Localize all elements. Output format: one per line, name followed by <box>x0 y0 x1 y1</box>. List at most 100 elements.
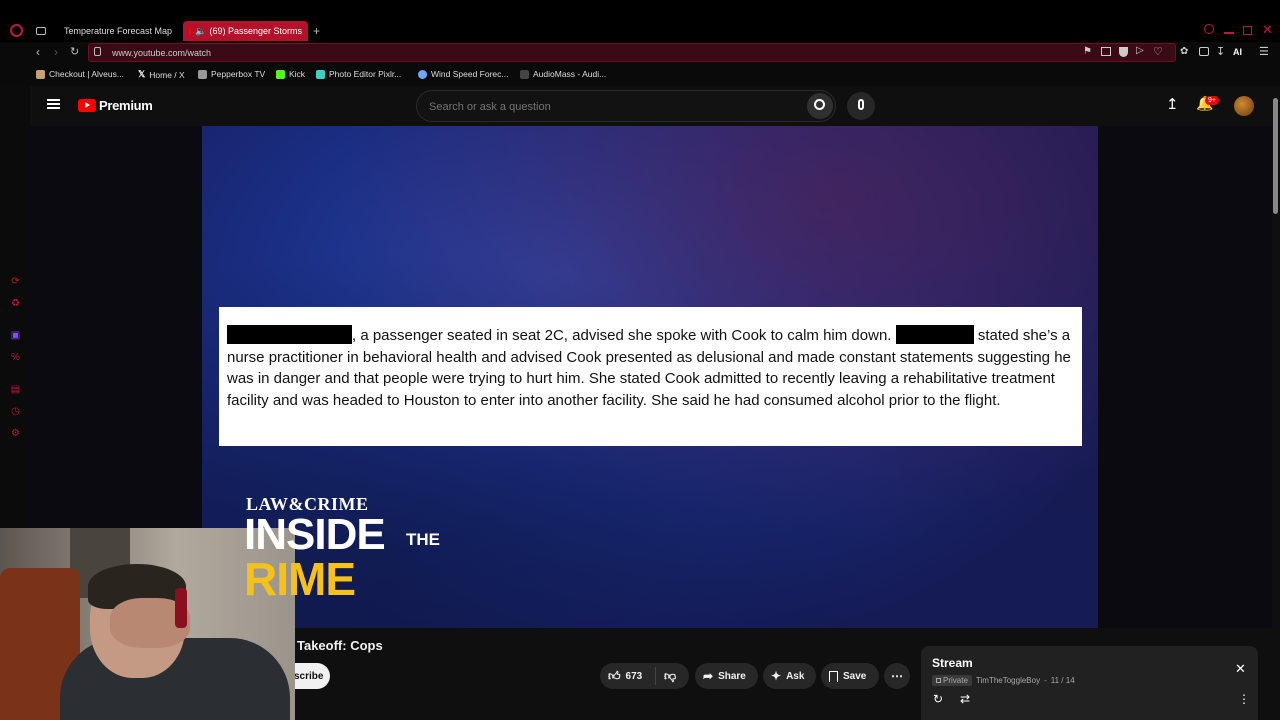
bookmark-label: AudioMass - Audi... <box>533 69 607 79</box>
back-button[interactable]: ‹ <box>36 45 40 59</box>
shuffle-icon[interactable]: ⇄ <box>960 692 970 706</box>
bot-icon[interactable]: ♻ <box>10 298 21 309</box>
tab-temperature-forecast[interactable]: Temperature Forecast Map <box>54 21 174 41</box>
bookmark-item[interactable]: Photo Editor Pixlr... <box>316 69 401 79</box>
like-button[interactable]: 👍︎ 673 <box>600 667 656 685</box>
subscribe-label: scribe <box>294 670 324 682</box>
voice-search-button[interactable] <box>847 92 875 120</box>
bookmark-label: Kick <box>289 69 306 79</box>
webcam-headset <box>175 588 187 628</box>
lock-icon <box>94 47 101 56</box>
save-button[interactable]: Save <box>821 663 879 689</box>
lock-icon <box>936 678 941 683</box>
close-window-button[interactable]: ✕ <box>1262 22 1273 38</box>
wallet-icon[interactable] <box>1199 47 1209 56</box>
bookmark-star-icon[interactable]: ⚑ <box>1083 46 1092 57</box>
settings-icon[interactable]: ⚙ <box>10 428 21 439</box>
audiomass-icon <box>520 69 529 79</box>
globe-icon <box>418 69 427 79</box>
minimize-button[interactable] <box>1224 32 1234 34</box>
address-field[interactable]: www.youtube.com/watch ⚑ ▷ ♡ <box>88 43 1176 62</box>
crime-logo-text: RIME <box>244 553 356 605</box>
browser-tab-bar: Temperature Forecast Map 🔈 (69) Passenge… <box>0 0 1280 44</box>
bookmark-label: Photo Editor Pixlr... <box>329 69 402 79</box>
twitch-icon[interactable]: ▣ <box>10 330 21 341</box>
avatar[interactable] <box>1234 96 1254 116</box>
separator-text: - <box>1044 676 1047 685</box>
privacy-badge: Private <box>932 675 972 686</box>
bookmark-item[interactable]: Wind Speed Forec... <box>418 69 508 79</box>
bookmark-item[interactable]: AudioMass - Audi... <box>520 69 606 79</box>
share-icon: ➦ <box>703 669 714 683</box>
playlist-panel: Stream Private TimTheToggleBoy - 11 / 14… <box>921 646 1258 720</box>
dislike-button[interactable]: 👎︎ <box>656 669 676 684</box>
youtube-logo[interactable]: Premium <box>78 98 153 113</box>
playlist-meta: Private TimTheToggleBoy - 11 / 14 <box>932 675 1075 686</box>
bookmark-item[interactable]: Pepperbox TV <box>198 69 265 79</box>
playlist-position: 11 / 14 <box>1050 676 1075 685</box>
extensions-icon[interactable]: ✿ <box>1180 46 1188 57</box>
playlist-title[interactable]: Stream <box>932 656 973 670</box>
loop-icon[interactable]: ↻ <box>933 692 943 706</box>
bookmark-label: Home / X <box>149 69 185 80</box>
playlist-menu-icon[interactable]: ⋮ <box>1238 692 1250 706</box>
playlist-owner[interactable]: TimTheToggleBoy <box>976 676 1040 685</box>
download-icon[interactable]: ↧ <box>1216 45 1225 58</box>
cat-icon <box>36 69 45 79</box>
speaker-icon[interactable]: 🔈 <box>195 26 206 37</box>
opera-logo-icon[interactable] <box>10 24 23 37</box>
share-button[interactable]: ➦ Share <box>695 663 758 689</box>
tab-title: Temperature Forecast Map <box>64 26 173 36</box>
search-icon <box>814 99 825 110</box>
url-text[interactable]: www.youtube.com/watch <box>112 48 211 58</box>
bookmark-icon <box>829 670 838 682</box>
reload-button[interactable]: ↻ <box>70 45 79 58</box>
upload-icon[interactable]: ↥ <box>1166 95 1179 113</box>
page-scrollbar[interactable] <box>1272 86 1280 720</box>
share-label: Share <box>718 670 746 682</box>
ask-label: Ask <box>786 670 805 682</box>
menu-icon[interactable]: ☰ <box>1259 45 1269 58</box>
bookmark-label: Checkout | Alveus... <box>49 69 124 79</box>
pixlr-icon <box>316 69 325 79</box>
close-playlist-button[interactable]: ✕ <box>1235 661 1246 677</box>
tab-overview-icon[interactable] <box>36 27 46 35</box>
search-button[interactable] <box>807 93 833 119</box>
redaction-bar <box>895 325 974 344</box>
snapshot-icon[interactable] <box>1101 47 1111 56</box>
history-icon[interactable]: ◷ <box>10 406 21 417</box>
notes-icon[interactable]: ▤ <box>10 384 21 395</box>
maximize-button[interactable] <box>1243 26 1252 35</box>
forward-button[interactable]: › <box>54 45 58 59</box>
youtube-favicon-icon <box>189 27 192 35</box>
tab-title: (69) Passenger Storms <box>209 26 302 36</box>
redaction-bar <box>227 325 352 344</box>
search-input[interactable] <box>429 98 789 116</box>
tab-passenger-storms[interactable]: 🔈 (69) Passenger Storms <box>183 21 308 41</box>
ask-button[interactable]: ✦ Ask <box>763 663 816 689</box>
kick-icon <box>276 69 285 79</box>
aria-icon[interactable]: ⟳ <box>10 276 21 287</box>
ai-button[interactable]: AI <box>1233 47 1242 57</box>
heart-icon[interactable]: ♡ <box>1153 45 1163 58</box>
document-excerpt: , a passenger seated in seat 2C, advised… <box>219 307 1082 446</box>
percent-icon[interactable]: % <box>10 352 21 363</box>
bookmark-item[interactable]: Checkout | Alveus... <box>36 69 124 79</box>
notification-badge: 9+ <box>1205 96 1219 105</box>
scrollbar-thumb[interactable] <box>1273 98 1278 214</box>
new-tab-button[interactable]: + <box>313 24 320 38</box>
play-icon[interactable]: ▷ <box>1136 45 1144 56</box>
more-horizontal-icon: ⋯ <box>891 669 903 683</box>
document-text-part1: , a passenger seated in seat 2C, advised… <box>352 327 892 344</box>
hamburger-menu-icon[interactable] <box>47 99 60 109</box>
more-actions-button[interactable]: ⋯ <box>884 663 910 689</box>
pepperbox-icon <box>198 69 207 79</box>
search-tabs-icon[interactable] <box>1204 24 1214 34</box>
like-dislike-group: 👍︎ 673 👎︎ <box>600 663 689 689</box>
bookmark-item[interactable]: 𝕏 Home / X <box>138 69 185 80</box>
x-logo-icon: 𝕏 <box>138 69 146 79</box>
bookmark-item[interactable]: Kick <box>276 69 305 79</box>
shield-icon[interactable] <box>1119 47 1128 57</box>
thumbs-down-icon: 👎︎ <box>664 668 677 683</box>
search-bar[interactable] <box>416 90 836 122</box>
